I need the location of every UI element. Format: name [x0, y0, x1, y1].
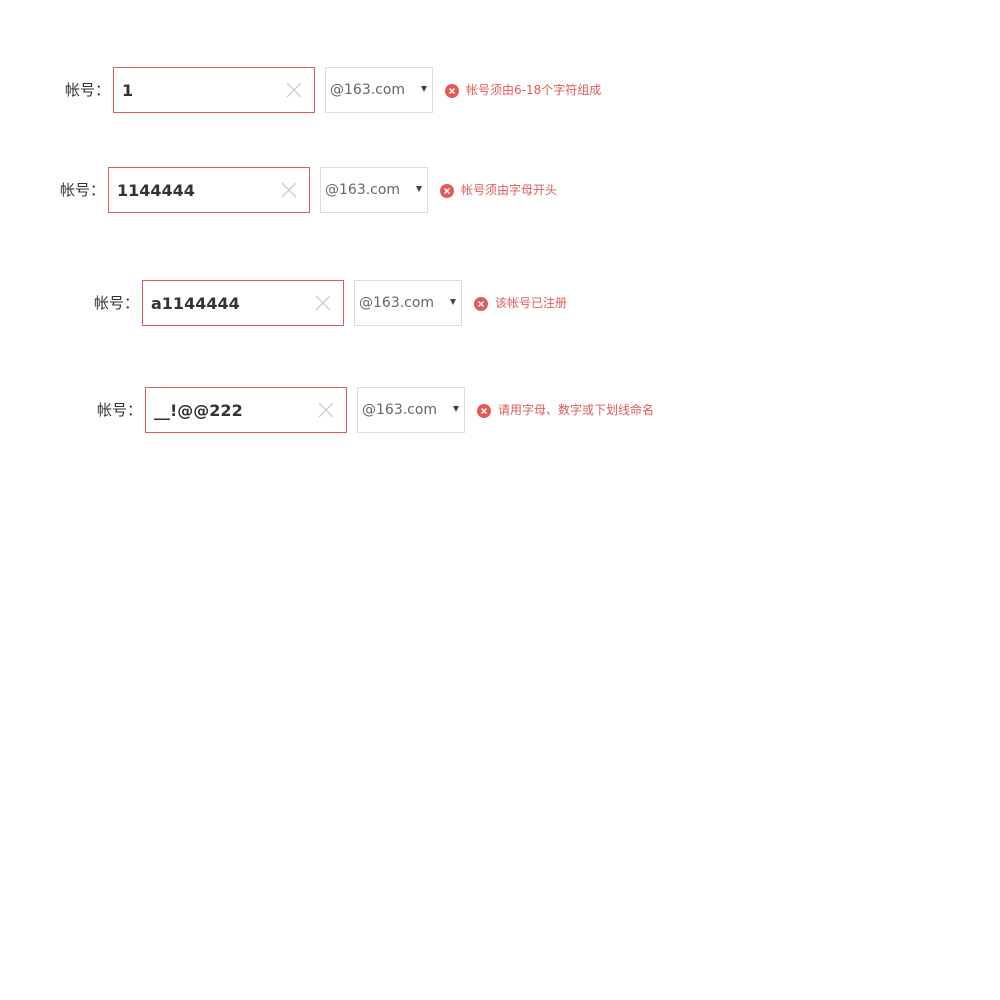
error-text: 该帐号已注册 — [495, 296, 568, 310]
error-text: 帐号须由6-18个字符组成 — [466, 83, 602, 97]
account-input-value[interactable]: __!@@222 — [154, 388, 310, 432]
error-text: 请用字母、数字或下划线命名 — [498, 403, 655, 417]
error-circle-icon — [440, 183, 454, 198]
account-label: 帐号： — [65, 81, 111, 99]
account-input[interactable]: __!@@222 — [145, 387, 347, 433]
domain-select-value: @163.com — [325, 182, 401, 198]
account-label: 帐号： — [94, 294, 140, 312]
caret-down-icon — [416, 186, 422, 192]
close-icon[interactable] — [313, 293, 333, 313]
account-input-value[interactable]: a1144444 — [151, 281, 307, 325]
account-input[interactable]: 1 — [113, 67, 315, 113]
form-examples: 帐号： 1 @163.com 帐号须由6-18个字符组成 帐号： 1144444 — [0, 0, 1000, 1000]
domain-select[interactable]: @163.com — [357, 387, 465, 433]
caret-down-icon — [450, 299, 456, 305]
error-circle-icon — [477, 403, 491, 418]
error-circle-icon — [445, 83, 459, 98]
account-label: 帐号： — [97, 401, 143, 419]
close-icon[interactable] — [279, 180, 299, 200]
account-input[interactable]: a1144444 — [142, 280, 344, 326]
account-input-value[interactable]: 1144444 — [117, 168, 273, 212]
error-circle-icon — [474, 296, 488, 311]
domain-select[interactable]: @163.com — [354, 280, 462, 326]
caret-down-icon — [453, 406, 459, 412]
domain-select-value: @163.com — [359, 295, 435, 311]
account-input-value[interactable]: 1 — [122, 68, 278, 112]
close-icon[interactable] — [284, 80, 304, 100]
account-label: 帐号： — [60, 181, 106, 199]
domain-select-value: @163.com — [362, 402, 438, 418]
domain-select[interactable]: @163.com — [320, 167, 428, 213]
close-icon[interactable] — [316, 400, 336, 420]
error-text: 帐号须由字母开头 — [461, 183, 558, 197]
domain-select[interactable]: @163.com — [325, 67, 433, 113]
caret-down-icon — [421, 86, 427, 92]
account-input[interactable]: 1144444 — [108, 167, 310, 213]
domain-select-value: @163.com — [330, 82, 406, 98]
